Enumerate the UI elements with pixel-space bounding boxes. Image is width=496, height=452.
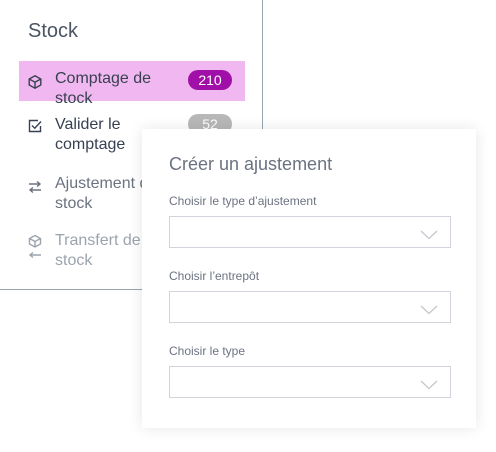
sidebar-item-label: Comptage de stock — [55, 70, 152, 107]
create-adjustment-panel: Créer un ajustement Choisir le type d’aj… — [142, 129, 476, 428]
type-select[interactable] — [169, 366, 451, 398]
adjustment-type-select[interactable] — [169, 216, 451, 248]
warehouse-select[interactable] — [169, 291, 451, 323]
chevron-down-icon — [420, 227, 438, 240]
type-label: Choisir le type — [169, 344, 246, 358]
cube-icon — [27, 74, 43, 90]
panel-title: Créer un ajustement — [169, 154, 333, 174]
sidebar-title: Stock — [28, 20, 79, 42]
checkbox-icon — [27, 118, 43, 134]
count-badge: 210 — [188, 70, 232, 90]
swap-arrows-icon — [27, 179, 43, 195]
warehouse-label: Choisir l’entrepôt — [169, 269, 260, 283]
cube-arrow-icon — [27, 234, 43, 262]
sidebar-item-comptage[interactable]: Comptage de stock 210 — [19, 61, 245, 107]
adjustment-type-label: Choisir le type d’ajustement — [169, 194, 317, 208]
chevron-down-icon — [420, 377, 438, 390]
chevron-down-icon — [420, 302, 438, 315]
